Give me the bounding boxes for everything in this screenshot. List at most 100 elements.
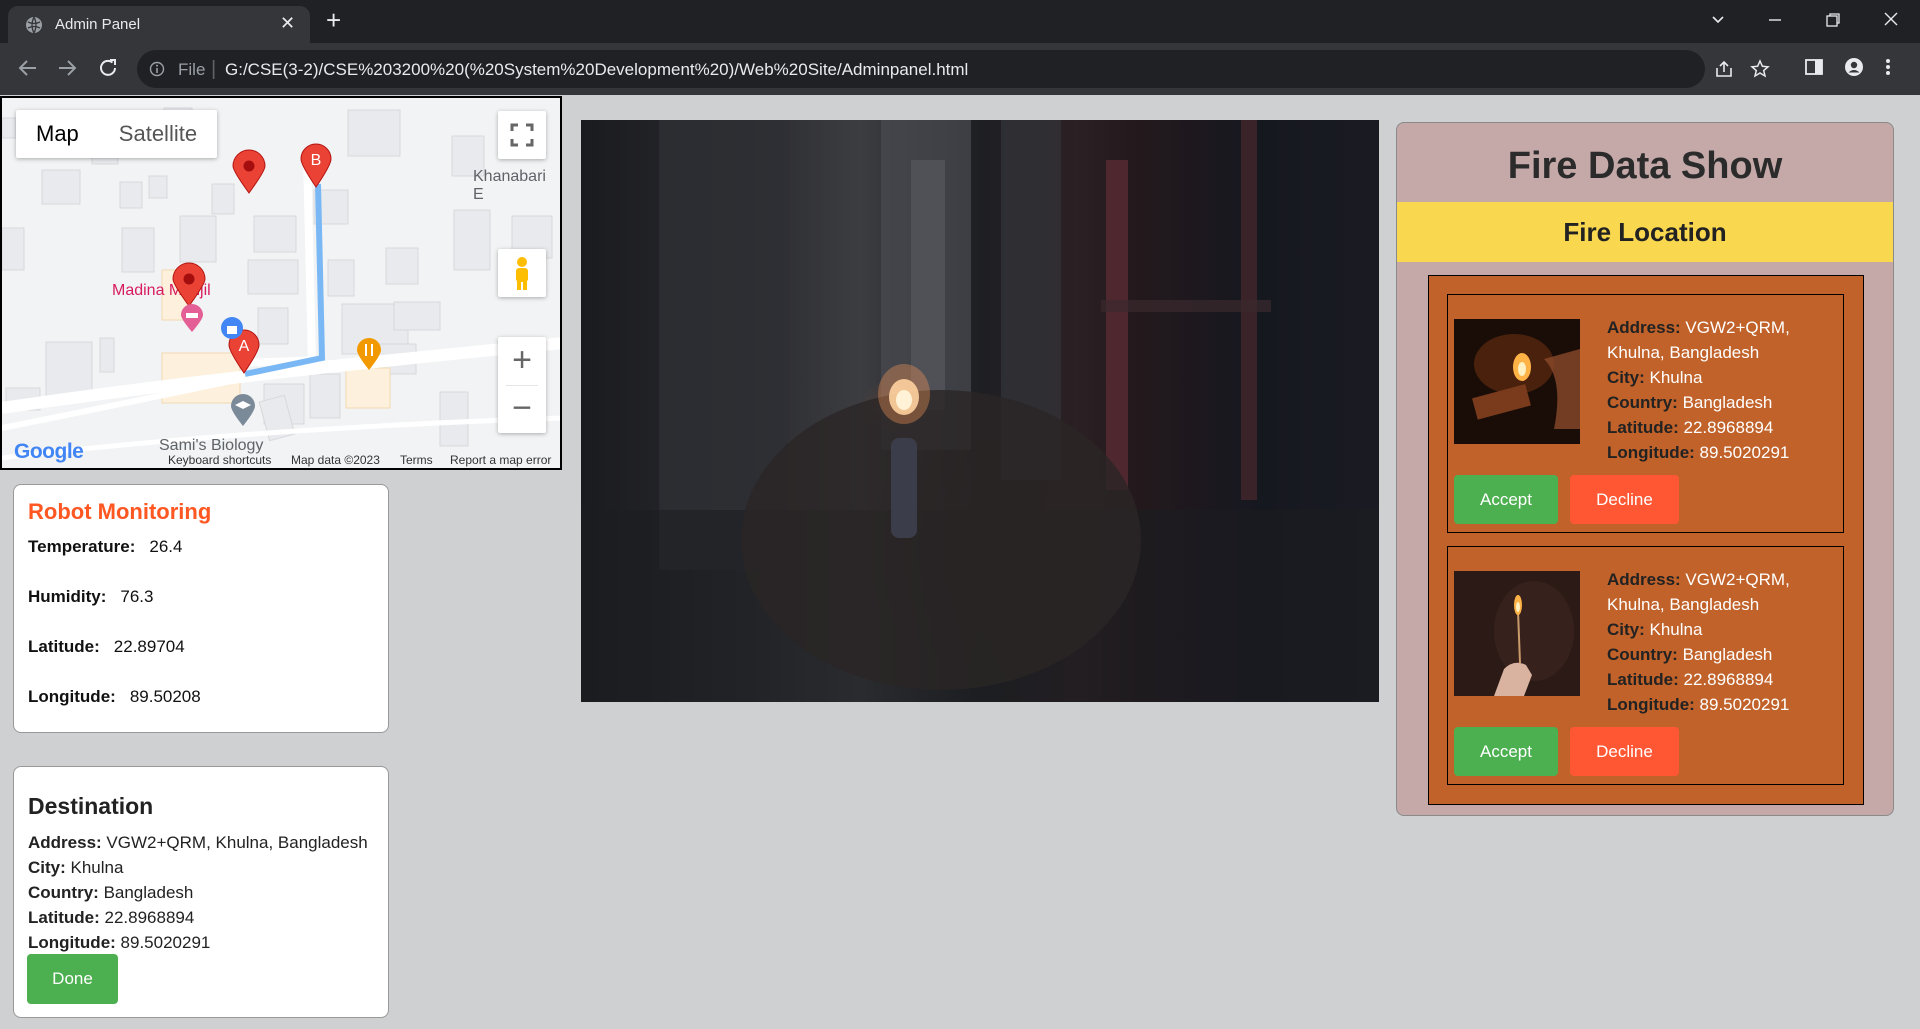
robot-latitude-value: 22.89704 <box>113 637 185 656</box>
side-panel-icon[interactable] <box>1804 57 1824 77</box>
done-button[interactable]: Done <box>27 954 118 1004</box>
profile-icon[interactable] <box>1844 57 1864 77</box>
terms-link[interactable]: Terms <box>400 453 433 467</box>
url-scheme-label: File <box>178 60 206 79</box>
restaurant-pin-icon[interactable] <box>356 338 382 372</box>
map-pin-icon[interactable] <box>231 149 267 195</box>
info-icon[interactable] <box>149 61 165 77</box>
fire-address-label: Address: <box>1607 318 1681 337</box>
destination-longitude-value: 89.5020291 <box>120 933 211 952</box>
reload-icon[interactable] <box>97 57 119 79</box>
school-pin-icon[interactable] <box>230 394 256 428</box>
new-tab-button[interactable]: + <box>326 6 341 34</box>
destination-longitude-row: Longitude: 89.5020291 <box>28 933 210 953</box>
fire-city-value: Khulna <box>1649 368 1703 387</box>
restore-icon[interactable] <box>1825 12 1841 28</box>
destination-card: Destination Address: VGW2+QRM, Khulna, B… <box>13 766 389 1018</box>
destination-latitude-label: Latitude: <box>28 908 100 927</box>
more-menu-icon[interactable] <box>1884 57 1892 77</box>
destination-address-label: Address: <box>28 833 102 852</box>
street-view-pegman[interactable] <box>498 249 546 297</box>
map-pin-icon[interactable] <box>171 262 207 308</box>
back-arrow-icon[interactable] <box>17 57 39 79</box>
shopping-pin-icon[interactable] <box>220 316 244 340</box>
accept-button[interactable]: Accept <box>1454 727 1558 776</box>
map-label-khanabari: Khanabari E <box>473 168 546 203</box>
tab-search-icon[interactable] <box>1710 12 1726 28</box>
zoom-control: + − <box>498 337 546 433</box>
robot-latitude-label: Latitude: <box>28 637 100 656</box>
destination-address-value: VGW2+QRM, Khulna, Bangladesh <box>106 833 368 852</box>
marker-b-icon[interactable]: B <box>299 143 333 189</box>
zoom-out-button[interactable]: − <box>498 386 546 433</box>
close-window-icon[interactable] <box>1883 11 1899 27</box>
share-icon[interactable] <box>1714 59 1734 79</box>
marker-b-label: B <box>311 152 322 169</box>
browser-toolbar: File | G:/CSE(3-2)/CSE%203200%20(%20Syst… <box>0 43 1920 95</box>
fire-location-item: Address: VGW2+QRM, Khulna, Bangladesh Ci… <box>1447 546 1844 785</box>
map-data-label: Map data ©2023 <box>291 453 380 467</box>
browser-tab-strip: Admin Panel ✕ + <box>0 0 1920 43</box>
fire-panel-title: Fire Data Show <box>1507 145 1783 187</box>
fire-photo-matches <box>1454 319 1580 444</box>
fire-latitude-value: 22.8968894 <box>1683 670 1774 689</box>
destination-latitude-row: Latitude: 22.8968894 <box>28 908 194 928</box>
keyboard-shortcuts-link[interactable]: Keyboard shortcuts <box>168 453 271 467</box>
map-type-satellite[interactable]: Satellite <box>99 110 217 158</box>
robot-longitude-value: 89.50208 <box>129 687 201 706</box>
google-map[interactable]: Map Satellite Khanabari E Madina Manjil … <box>0 96 562 470</box>
destination-latitude-value: 22.8968894 <box>104 908 195 927</box>
destination-city-label: City: <box>28 858 66 877</box>
fullscreen-button[interactable] <box>498 111 546 159</box>
fire-country-value: Bangladesh <box>1682 393 1773 412</box>
url-text[interactable]: G:/CSE(3-2)/CSE%203200%20(%20System%20De… <box>225 60 968 80</box>
destination-longitude-label: Longitude: <box>28 933 116 952</box>
accept-button[interactable]: Accept <box>1454 475 1558 524</box>
google-logo[interactable]: Google <box>14 440 84 464</box>
destination-country-row: Country: Bangladesh <box>28 883 193 903</box>
address-bar[interactable]: File | G:/CSE(3-2)/CSE%203200%20(%20Syst… <box>137 50 1770 88</box>
humidity-row: Humidity: 76.3 <box>28 587 153 607</box>
hotel-pin-icon[interactable] <box>180 304 204 334</box>
destination-address-row: Address: VGW2+QRM, Khulna, Bangladesh <box>28 833 368 853</box>
destination-country-value: Bangladesh <box>103 883 194 902</box>
fire-latitude-label: Latitude: <box>1607 670 1679 689</box>
robot-monitoring-card: Robot Monitoring Temperature: 26.4 Humidi… <box>13 484 389 733</box>
zoom-in-button[interactable]: + <box>498 337 546 385</box>
forward-arrow-icon[interactable] <box>56 57 78 79</box>
robot-longitude-label: Longitude: <box>28 687 116 706</box>
destination-city-value: Khulna <box>70 858 124 877</box>
humidity-label: Humidity: <box>28 587 107 606</box>
tab-title: Admin Panel <box>55 16 141 33</box>
camera-feed <box>581 120 1379 702</box>
fire-item-details: Address: VGW2+QRM, Khulna, Bangladesh Ci… <box>1607 567 1837 717</box>
close-tab-icon[interactable]: ✕ <box>280 13 295 33</box>
humidity-value: 76.3 <box>120 587 154 606</box>
fire-longitude-value: 89.5020291 <box>1699 695 1790 714</box>
pegman-icon <box>516 257 528 290</box>
destination-title: Destination <box>28 793 154 819</box>
marker-a-label: A <box>239 338 250 355</box>
fire-photo-match-stick <box>1454 571 1580 696</box>
fire-address-label: Address: <box>1607 570 1681 589</box>
fire-city-label: City: <box>1607 368 1645 387</box>
map-type-map[interactable]: Map <box>16 110 99 158</box>
minimize-icon[interactable] <box>1767 12 1783 28</box>
decline-button[interactable]: Decline <box>1570 727 1679 776</box>
robot-longitude-row: Longitude: 89.50208 <box>28 687 201 707</box>
fire-longitude-value: 89.5020291 <box>1699 443 1790 462</box>
fire-city-value: Khulna <box>1649 620 1703 639</box>
decline-button[interactable]: Decline <box>1570 475 1679 524</box>
bookmark-star-icon[interactable] <box>1750 59 1770 79</box>
browser-tab[interactable]: Admin Panel ✕ <box>8 6 310 43</box>
camera-frame <box>581 120 1379 702</box>
temperature-value: 26.4 <box>149 537 183 556</box>
temperature-row: Temperature: 26.4 <box>28 537 182 557</box>
fire-item-details: Address: VGW2+QRM, Khulna, Bangladesh Ci… <box>1607 315 1837 465</box>
fire-latitude-label: Latitude: <box>1607 418 1679 437</box>
report-map-error-link[interactable]: Report a map error <box>450 453 551 467</box>
fire-country-value: Bangladesh <box>1682 645 1773 664</box>
destination-city-row: City: Khulna <box>28 858 123 878</box>
fire-country-label: Country: <box>1607 393 1678 412</box>
robot-latitude-row: Latitude: 22.89704 <box>28 637 185 657</box>
